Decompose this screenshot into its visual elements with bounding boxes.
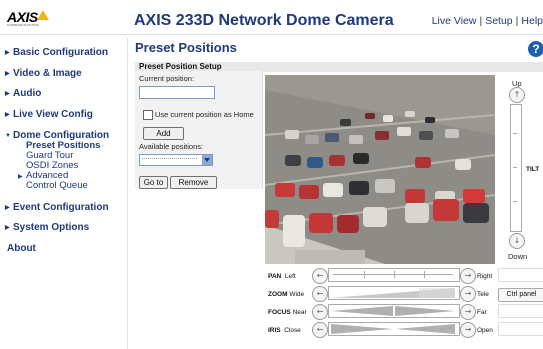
zoom-tele-arrow-icon[interactable]: → bbox=[460, 286, 476, 302]
arrow-right-icon: ▶ bbox=[5, 91, 10, 97]
camera-video-view[interactable] bbox=[265, 75, 495, 264]
pan-readout bbox=[498, 268, 543, 282]
sidebar-item-label: Event Configuration bbox=[13, 202, 109, 213]
tilt-down-label: Down bbox=[508, 252, 528, 261]
available-positions-select[interactable] bbox=[139, 154, 213, 166]
help-icon[interactable]: ? bbox=[528, 41, 543, 57]
header-divider bbox=[0, 34, 543, 35]
arrow-right-icon: ▶ bbox=[18, 174, 23, 180]
focus-readout bbox=[498, 304, 543, 318]
available-positions-label: Available positions: bbox=[139, 142, 204, 151]
sidebar-item-label: Basic Configuration bbox=[13, 47, 109, 58]
help-link[interactable]: Help bbox=[521, 15, 543, 27]
zoom-label: ZOOM Wide bbox=[268, 291, 305, 298]
sidebar-item-event-configuration[interactable]: ▶ Event Configuration bbox=[5, 202, 109, 213]
current-position-label: Current position: bbox=[139, 74, 195, 83]
sidebar-item-label: Live View Config bbox=[13, 109, 93, 120]
sidebar-item-basic-configuration[interactable]: ▶ Basic Configuration bbox=[5, 47, 108, 58]
home-checkbox-label: Use current position as Home bbox=[155, 110, 254, 119]
arrow-down-icon: ▼ bbox=[5, 133, 11, 139]
arrow-right-icon: ▶ bbox=[5, 205, 10, 211]
sidebar-item-label: Audio bbox=[13, 88, 42, 99]
arrow-right-icon: ▶ bbox=[5, 225, 10, 231]
axis-logo: AXIS COMMUNICATIONS bbox=[0, 0, 130, 34]
pan-left-arrow-icon[interactable]: ← bbox=[312, 268, 328, 284]
sidebar-subitem-control-queue[interactable]: Control Queue bbox=[26, 181, 88, 191]
arrow-right-icon: ▶ bbox=[5, 112, 10, 118]
pan-label: PAN Left bbox=[268, 273, 296, 280]
sidebar-item-audio[interactable]: ▶ Audio bbox=[5, 88, 41, 99]
top-nav: Live View | Setup | Help bbox=[432, 15, 543, 27]
iris-readout bbox=[498, 322, 543, 336]
focus-far-label: Far bbox=[477, 309, 487, 316]
logo-triangle-icon bbox=[37, 10, 49, 20]
zoom-wide-arrow-icon[interactable]: ← bbox=[312, 286, 328, 302]
tilt-label: TILT bbox=[526, 166, 540, 173]
sidebar-item-about[interactable]: About bbox=[7, 243, 36, 254]
pan-right-arrow-icon[interactable]: → bbox=[460, 268, 476, 284]
pan-right-label: Right bbox=[477, 273, 493, 280]
select-placeholder bbox=[142, 158, 197, 159]
setup-link[interactable]: Setup bbox=[485, 15, 512, 27]
focus-far-arrow-icon[interactable]: → bbox=[460, 304, 476, 320]
sidebar-item-label: System Options bbox=[13, 222, 90, 233]
arrow-right-icon: ▶ bbox=[5, 71, 10, 77]
focus-label: FOCUS Near bbox=[268, 309, 307, 316]
chevron-down-icon bbox=[202, 155, 212, 165]
parking-lot-image bbox=[265, 75, 495, 264]
add-button[interactable]: Add bbox=[143, 127, 184, 140]
tilt-up-arrow-icon[interactable]: ↑ bbox=[509, 87, 525, 103]
product-title: AXIS 233D Network Dome Camera bbox=[134, 12, 394, 29]
sidebar-item-label: Video & Image bbox=[13, 68, 82, 79]
page-title: Preset Positions bbox=[135, 40, 237, 55]
focus-slider[interactable] bbox=[328, 304, 460, 318]
zoom-tele-label: Tele bbox=[477, 291, 489, 298]
current-position-input[interactable] bbox=[139, 86, 215, 99]
sidebar bbox=[0, 38, 128, 349]
tilt-down-arrow-icon[interactable]: ↓ bbox=[509, 233, 525, 249]
iris-slider[interactable] bbox=[328, 322, 460, 336]
iris-open-arrow-icon[interactable]: → bbox=[460, 322, 476, 338]
iris-label: IRIS Close bbox=[268, 327, 301, 334]
tilt-slider[interactable] bbox=[510, 104, 522, 232]
logo-subtext: COMMUNICATIONS bbox=[7, 23, 39, 27]
sidebar-item-video-image[interactable]: ▶ Video & Image bbox=[5, 68, 82, 79]
live-view-link[interactable]: Live View bbox=[432, 15, 477, 27]
nav-separator: | bbox=[479, 15, 483, 27]
ctrl-panel-button[interactable]: Ctrl panel bbox=[498, 288, 543, 302]
focus-near-arrow-icon[interactable]: ← bbox=[312, 304, 328, 320]
arrow-right-icon: ▶ bbox=[5, 50, 10, 56]
pan-slider[interactable] bbox=[328, 268, 460, 282]
zoom-slider[interactable] bbox=[328, 286, 460, 300]
iris-close-arrow-icon[interactable]: ← bbox=[312, 322, 328, 338]
goto-button[interactable]: Go to bbox=[139, 176, 168, 189]
remove-button[interactable]: Remove bbox=[170, 176, 217, 189]
sidebar-item-system-options[interactable]: ▶ System Options bbox=[5, 222, 89, 233]
sidebar-item-live-view-config[interactable]: ▶ Live View Config bbox=[5, 109, 93, 120]
home-checkbox[interactable] bbox=[143, 110, 153, 120]
iris-open-label: Open bbox=[477, 327, 493, 334]
